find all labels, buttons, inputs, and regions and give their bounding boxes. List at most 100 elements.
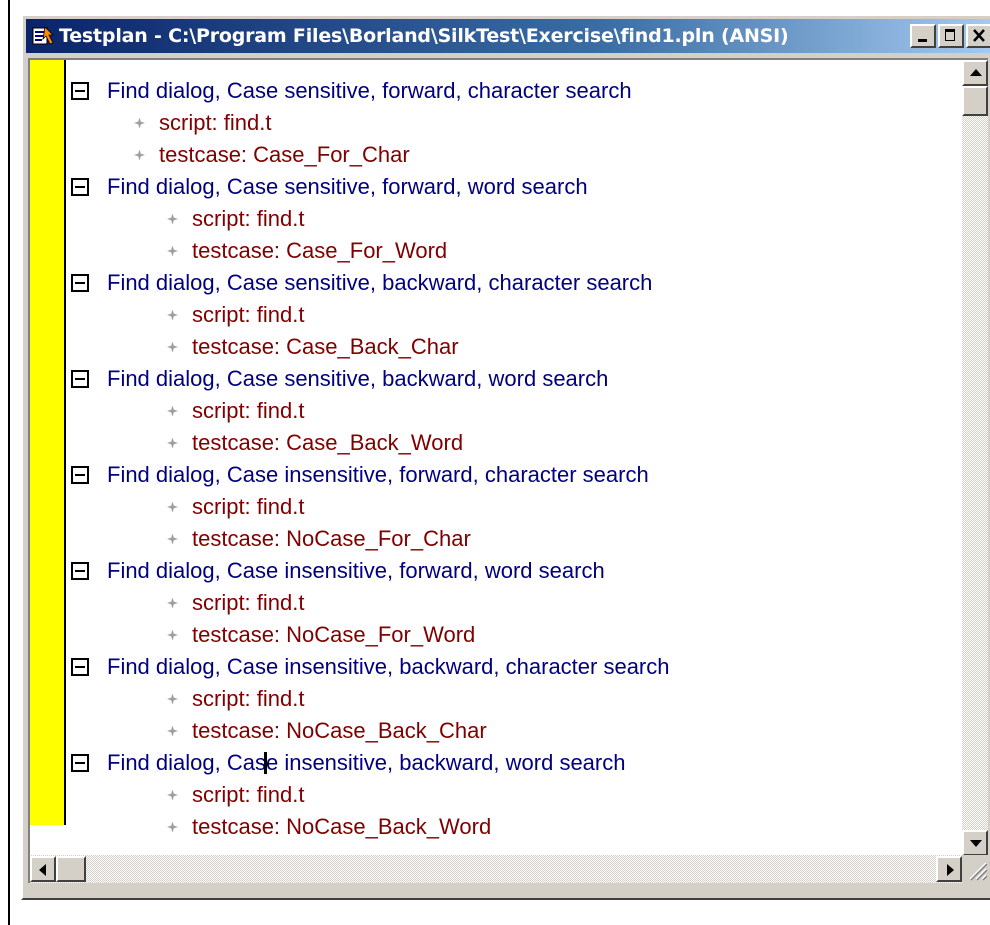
script-label: script: find.t: [192, 782, 305, 807]
collapse-icon[interactable]: [71, 178, 89, 196]
script-item[interactable]: script: find.t: [167, 587, 304, 619]
restore-button[interactable]: [938, 24, 964, 48]
script-label: script: find.t: [192, 302, 305, 327]
script-label: script: find.t: [192, 590, 305, 615]
minimize-button[interactable]: [910, 24, 936, 48]
diamond-bullet-icon: [134, 149, 145, 161]
scroll-right-button[interactable]: [936, 856, 962, 882]
testcase-item[interactable]: testcase: Case_Back_Char: [167, 331, 459, 363]
horizontal-scroll-thumb[interactable]: [56, 856, 86, 882]
diamond-bullet-icon: [167, 597, 178, 609]
group-label: Find dialog, Case insensitive, backward,…: [107, 750, 626, 775]
script-label: script: find.t: [192, 494, 305, 519]
testcase-item[interactable]: testcase: NoCase_Back_Char: [167, 715, 487, 747]
testplan-group[interactable]: Find dialog, Case sensitive, backward, w…: [71, 363, 608, 395]
window-title: Testplan - C:\Program Files\Borland\Silk…: [59, 25, 789, 47]
left-edge-rule: [8, 0, 10, 925]
testcase-item[interactable]: testcase: Case_Back_Word: [167, 427, 463, 459]
group-label: Find dialog, Case sensitive, forward, ch…: [107, 78, 632, 103]
arrow-down-icon: [970, 840, 982, 847]
testcase-item[interactable]: testcase: NoCase_For_Char: [167, 523, 471, 555]
vertical-scrollbar[interactable]: [962, 60, 988, 856]
testplan-editor[interactable]: Find dialog, Case sensitive, forward, ch…: [28, 58, 988, 883]
script-label: script: find.t: [192, 206, 305, 231]
scroll-up-button[interactable]: [962, 60, 988, 86]
diamond-bullet-icon: [167, 533, 178, 545]
close-button[interactable]: [966, 24, 990, 48]
diamond-bullet-icon: [167, 245, 178, 257]
vertical-scroll-thumb[interactable]: [962, 86, 988, 116]
script-item[interactable]: script: find.t: [167, 203, 304, 235]
testplan-group[interactable]: Find dialog, Case insensitive, backward,…: [71, 747, 625, 779]
collapse-icon[interactable]: [71, 274, 89, 292]
testplan-group[interactable]: Find dialog, Case insensitive, backward,…: [71, 651, 670, 683]
testplan-window: Testplan - C:\Program Files\Borland\Silk…: [21, 14, 990, 900]
scroll-down-button[interactable]: [962, 830, 988, 856]
collapse-icon[interactable]: [71, 466, 89, 484]
script-label: script: find.t: [192, 686, 305, 711]
diamond-bullet-icon: [167, 725, 178, 737]
horizontal-scrollbar[interactable]: [30, 855, 964, 883]
diamond-bullet-icon: [167, 693, 178, 705]
testcase-label: testcase: Case_For_Char: [159, 142, 410, 167]
script-label: script: find.t: [192, 398, 305, 423]
size-grip[interactable]: [962, 855, 988, 883]
diamond-bullet-icon: [167, 213, 178, 225]
diamond-bullet-icon: [167, 629, 178, 641]
testcase-label: testcase: Case_Back_Char: [192, 334, 459, 359]
testplan-group[interactable]: Find dialog, Case insensitive, forward, …: [71, 459, 649, 491]
testcase-item[interactable]: testcase: Case_For_Char: [134, 139, 410, 171]
testcase-label: testcase: Case_For_Word: [192, 238, 448, 263]
script-item[interactable]: script: find.t: [134, 107, 271, 139]
text-cursor: [264, 752, 267, 774]
diamond-bullet-icon: [167, 501, 178, 513]
diamond-bullet-icon: [167, 789, 178, 801]
diamond-bullet-icon: [167, 309, 178, 321]
testplan-group[interactable]: Find dialog, Case sensitive, forward, wo…: [71, 171, 588, 203]
diamond-bullet-icon: [167, 341, 178, 353]
scroll-left-button[interactable]: [30, 856, 56, 882]
diamond-bullet-icon: [167, 405, 178, 417]
group-label: Find dialog, Case sensitive, forward, wo…: [107, 174, 588, 199]
testcase-item[interactable]: testcase: Case_For_Word: [167, 235, 447, 267]
testplan-group[interactable]: Find dialog, Case sensitive, backward, c…: [71, 267, 652, 299]
arrow-right-icon: [947, 864, 954, 876]
arrow-left-icon: [39, 864, 46, 876]
group-label: Find dialog, Case sensitive, backward, c…: [107, 270, 653, 295]
restore-icon: [945, 29, 955, 41]
collapse-icon[interactable]: [71, 370, 89, 388]
script-item[interactable]: script: find.t: [167, 491, 304, 523]
testplan-group[interactable]: Find dialog, Case insensitive, forward, …: [71, 555, 605, 587]
script-item[interactable]: script: find.t: [167, 395, 304, 427]
script-label: script: find.t: [159, 110, 272, 135]
script-item[interactable]: script: find.t: [167, 299, 304, 331]
group-label: Find dialog, Case sensitive, backward, w…: [107, 366, 609, 391]
testplan-tree: Find dialog, Case sensitive, forward, ch…: [66, 60, 962, 847]
diamond-bullet-icon: [167, 821, 178, 833]
testcase-label: testcase: NoCase_For_Word: [192, 622, 476, 647]
group-label: Find dialog, Case insensitive, backward,…: [107, 654, 670, 679]
script-item[interactable]: script: find.t: [167, 683, 304, 715]
window-controls: [910, 24, 990, 48]
testplan-margin-bar[interactable]: [30, 60, 66, 825]
testcase-item[interactable]: testcase: NoCase_For_Word: [167, 619, 475, 651]
testcase-item[interactable]: testcase: NoCase_Back_Word: [167, 811, 491, 843]
script-item[interactable]: script: find.t: [167, 779, 304, 811]
collapse-icon[interactable]: [71, 82, 89, 100]
minimize-icon: [918, 39, 927, 42]
diamond-bullet-icon: [167, 437, 178, 449]
group-label: Find dialog, Case insensitive, forward, …: [107, 462, 649, 487]
collapse-icon[interactable]: [71, 754, 89, 772]
collapse-icon[interactable]: [71, 658, 89, 676]
title-bar[interactable]: Testplan - C:\Program Files\Borland\Silk…: [26, 19, 990, 53]
arrow-up-icon: [970, 69, 982, 76]
testcase-label: testcase: NoCase_Back_Char: [192, 718, 487, 743]
testplan-app-icon[interactable]: [32, 25, 54, 47]
testplan-group[interactable]: Find dialog, Case sensitive, forward, ch…: [71, 75, 632, 107]
testcase-label: testcase: Case_Back_Word: [192, 430, 464, 455]
diamond-bullet-icon: [134, 117, 145, 129]
close-icon: [973, 29, 985, 42]
resize-grip-icon: [969, 862, 988, 881]
collapse-icon[interactable]: [71, 562, 89, 580]
group-label: Find dialog, Case insensitive, forward, …: [107, 558, 605, 583]
